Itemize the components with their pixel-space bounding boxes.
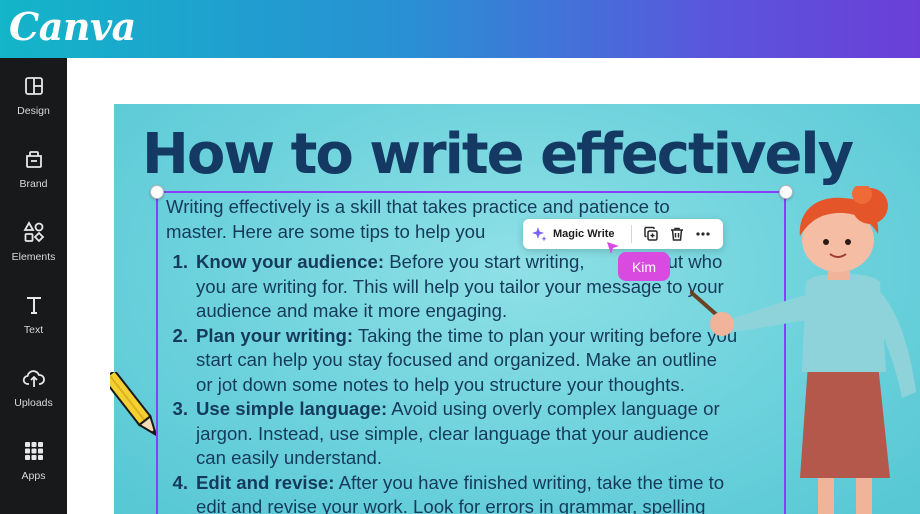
sidebar-item-uploads[interactable]: Uploads	[0, 366, 67, 426]
list-number: 4.	[172, 471, 188, 493]
tip-title: Edit and revise:	[196, 471, 335, 493]
pencil-illustration[interactable]	[110, 372, 160, 444]
list-number: 1.	[172, 251, 188, 272]
collaborator-cursor-icon	[607, 242, 619, 254]
sidebar-item-label: Uploads	[14, 397, 53, 409]
list-number: 3.	[172, 398, 188, 419]
sidebar-item-elements[interactable]: Elements	[0, 220, 67, 280]
layout-icon	[24, 77, 43, 95]
tip-text: start can help you stay focused and orga…	[196, 349, 717, 370]
tip-text: Avoid using overly complex language or	[387, 398, 720, 419]
magic-write-label: Magic Write	[553, 228, 615, 240]
brand-kit-icon	[25, 151, 42, 168]
sidebar-item-label: Text	[23, 324, 44, 336]
teacher-character-illustration[interactable]	[690, 186, 920, 514]
trash-icon	[670, 227, 683, 241]
tip-text: can easily understand.	[196, 447, 383, 468]
sidebar-item-text[interactable]: Text	[0, 293, 67, 353]
cloud-upload-icon	[22, 370, 45, 387]
collaborator-name-tag: Kim	[618, 252, 670, 281]
tip-text: or jot down some notes to help you struc…	[196, 373, 685, 395]
tip-text: Taking the time to plan your writing bef…	[353, 324, 738, 346]
toolbar-divider	[630, 225, 632, 243]
sidebar-item-brand[interactable]: Brand	[0, 147, 67, 207]
duplicate-icon	[643, 226, 658, 241]
resize-handle-top-left[interactable]	[150, 185, 164, 199]
sidebar-item-label: Design	[17, 105, 50, 117]
grid-icon	[24, 442, 43, 460]
tip-title: Use simple language:	[196, 398, 388, 419]
shapes-icon	[22, 221, 44, 243]
tip-text: After you have finished writing, take th…	[334, 471, 725, 493]
duplicate-button[interactable]	[638, 219, 664, 249]
sidebar-item-label: Brand	[19, 178, 48, 190]
top-header: Canva	[0, 0, 920, 58]
tip-text: Before you start writing,	[384, 251, 585, 272]
tip-title: Know your audience:	[196, 251, 385, 272]
text-icon	[26, 297, 41, 314]
sidebar-item-label: Elements	[11, 251, 56, 263]
design-heading[interactable]: How to write effectively	[142, 122, 854, 187]
delete-button[interactable]	[664, 219, 690, 249]
left-sidebar: Design Brand Elements Text Uploads Apps	[0, 58, 67, 514]
floating-text-toolbar: Magic Write	[523, 219, 723, 249]
sidebar-item-apps[interactable]: Apps	[0, 439, 67, 499]
tip-text: edit and revise your work. Look for erro…	[196, 496, 706, 514]
more-icon	[695, 232, 710, 236]
sidebar-item-design[interactable]: Design	[0, 74, 67, 134]
canva-logo[interactable]: Canva	[9, 4, 136, 49]
more-options-button[interactable]	[690, 219, 716, 249]
sidebar-item-label: Apps	[21, 470, 46, 482]
tip-text: audience and make it more engaging.	[196, 300, 508, 321]
tip-text: jargon. Instead, use simple, clear langu…	[196, 422, 709, 444]
list-number: 2.	[172, 324, 188, 346]
tip-title: Plan your writing:	[196, 324, 354, 346]
sparkle-icon	[532, 227, 547, 242]
